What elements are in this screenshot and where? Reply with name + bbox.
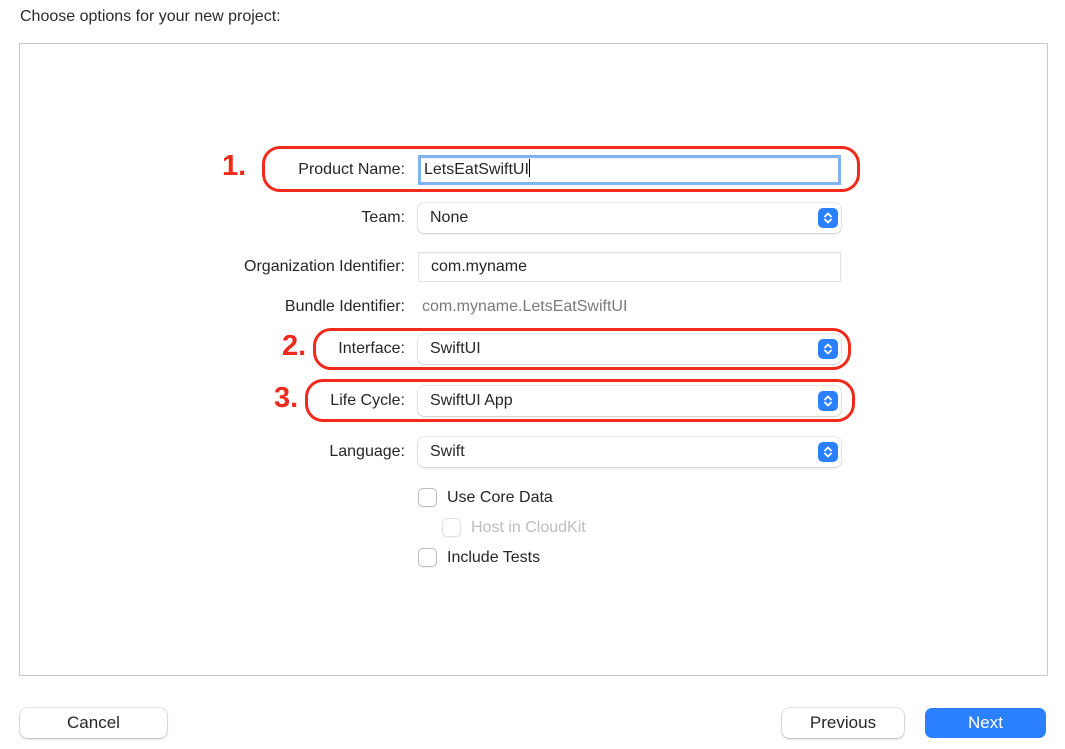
team-row: Team: None: [0, 203, 1065, 233]
host-in-cloudkit-label: Host in CloudKit: [471, 518, 586, 536]
life-cycle-label: Life Cycle:: [330, 392, 405, 409]
host-in-cloudkit-checkbox: [442, 518, 461, 537]
language-popup[interactable]: Swift: [418, 437, 841, 467]
text-caret: [528, 159, 531, 177]
chevron-up-down-icon: [818, 391, 838, 411]
bundle-identifier-label: Bundle Identifier:: [284, 298, 405, 315]
use-core-data-checkbox-row[interactable]: Use Core Data: [418, 488, 553, 507]
interface-popup[interactable]: SwiftUI: [418, 334, 841, 364]
interface-value: SwiftUI: [430, 340, 481, 357]
interface-row: Interface: SwiftUI: [0, 334, 1065, 364]
use-core-data-label: Use Core Data: [447, 488, 553, 506]
host-in-cloudkit-checkbox-row: Host in CloudKit: [442, 518, 586, 537]
organization-identifier-row: Organization Identifier: com.myname: [0, 252, 1065, 282]
include-tests-checkbox[interactable]: [418, 548, 437, 567]
chevron-up-down-icon: [818, 208, 838, 228]
language-row: Language: Swift: [0, 437, 1065, 467]
chevron-up-down-icon: [818, 339, 838, 359]
page-heading: Choose options for your new project:: [20, 8, 281, 25]
use-core-data-checkbox[interactable]: [418, 488, 437, 507]
next-button[interactable]: Next: [925, 708, 1046, 738]
life-cycle-popup[interactable]: SwiftUI App: [418, 386, 841, 416]
product-name-field[interactable]: LetsEatSwiftUI: [418, 155, 841, 185]
cancel-button[interactable]: Cancel: [20, 708, 167, 738]
team-popup[interactable]: None: [418, 203, 841, 233]
team-label: Team:: [361, 209, 405, 226]
organization-identifier-field[interactable]: com.myname: [418, 252, 841, 282]
interface-label: Interface:: [338, 340, 405, 357]
include-tests-checkbox-row[interactable]: Include Tests: [418, 548, 540, 567]
bundle-identifier-row: Bundle Identifier: com.myname.LetsEatSwi…: [0, 292, 1065, 322]
product-name-row: Product Name: LetsEatSwiftUI: [0, 155, 1065, 185]
organization-identifier-value: com.myname: [431, 258, 528, 275]
bundle-identifier-value: com.myname.LetsEatSwiftUI: [422, 298, 628, 315]
chevron-up-down-icon: [818, 442, 838, 462]
previous-button[interactable]: Previous: [782, 708, 904, 738]
product-name-label: Product Name:: [298, 161, 405, 178]
team-value: None: [430, 209, 469, 226]
language-label: Language:: [329, 443, 405, 460]
include-tests-label: Include Tests: [447, 548, 541, 566]
organization-identifier-label: Organization Identifier:: [244, 258, 405, 275]
life-cycle-row: Life Cycle: SwiftUI App: [0, 386, 1065, 416]
language-value: Swift: [430, 443, 465, 460]
life-cycle-value: SwiftUI App: [430, 392, 513, 409]
product-name-value: LetsEatSwiftUI: [424, 161, 529, 178]
